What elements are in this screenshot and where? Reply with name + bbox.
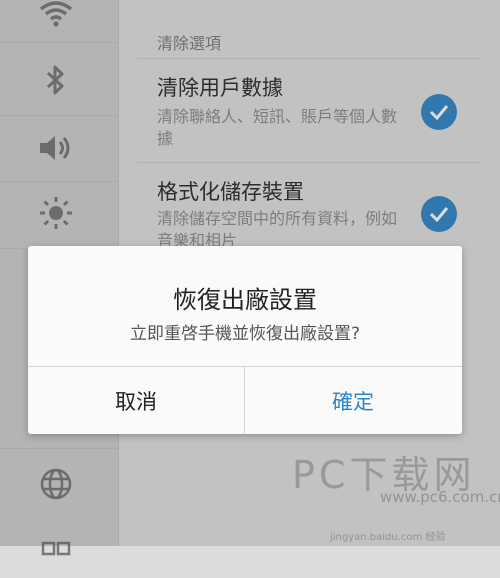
confirm-button[interactable]: 確定 bbox=[245, 367, 461, 434]
cancel-button[interactable]: 取消 bbox=[28, 367, 244, 434]
factory-reset-dialog: 恢復出廠設置 立即重啓手機並恢復出廠設置? 取消 確定 bbox=[28, 246, 462, 434]
dialog-title: 恢復出廠設置 bbox=[173, 286, 317, 314]
dialog-message: 立即重啓手機並恢復出廠設置? bbox=[129, 324, 361, 344]
watermark-site: www.pc6.com.cn bbox=[380, 488, 500, 506]
watermark-baidu: jingyan.baidu.com 经验 bbox=[330, 532, 446, 543]
